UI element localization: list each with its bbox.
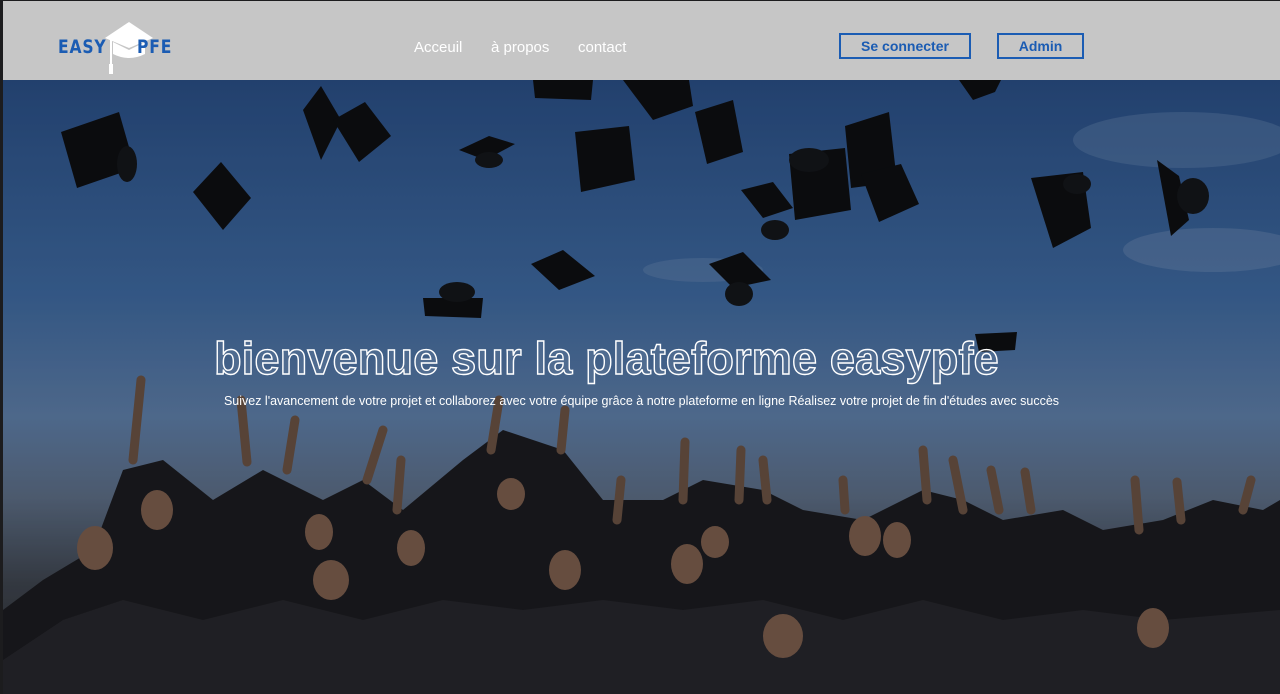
nav-link-contact[interactable]: contact [578,39,626,56]
logo-text-pfe: PFE [137,36,173,58]
nav-link-a-propos[interactable]: à propos [491,39,549,56]
browser-viewport: EASY PFE Acceuil à propos contact Se con… [3,1,1280,694]
hero-subtitle: Suivez l'avancement de votre projet et c… [223,394,1060,408]
logo-text-easy: EASY [58,36,107,58]
hero-overlay [3,80,1280,694]
logo[interactable]: EASY PFE [55,20,205,78]
hero-title: bienvenue sur la plateforme easypfe [213,332,999,384]
nav-link-accueil[interactable]: Acceuil [414,39,462,56]
login-button[interactable]: Se connecter [839,33,971,59]
navbar: EASY PFE Acceuil à propos contact Se con… [3,1,1280,80]
admin-button[interactable]: Admin [997,33,1084,59]
hero-section: bienvenue sur la plateforme easypfe Suiv… [3,80,1280,694]
